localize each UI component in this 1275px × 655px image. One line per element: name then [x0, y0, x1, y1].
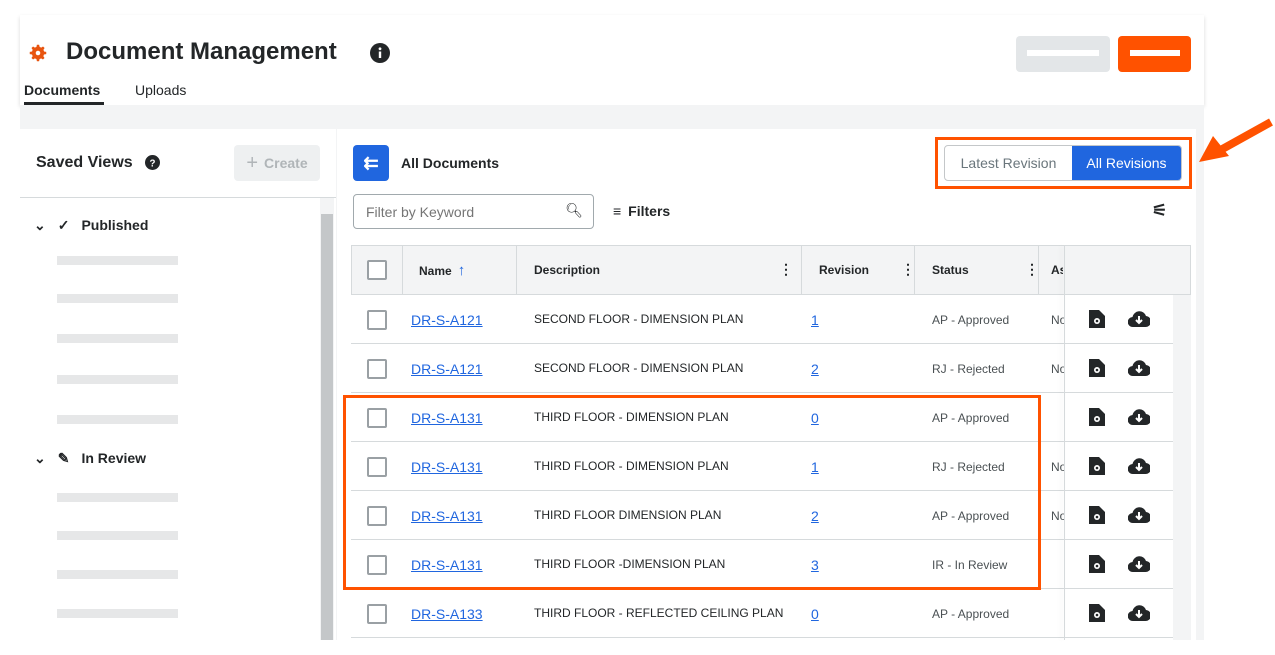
document-name-link[interactable]: DR-S-A133	[411, 606, 483, 622]
column-revision[interactable]: Revision	[819, 263, 869, 277]
keyword-filter[interactable]: 🔍︎	[353, 194, 594, 229]
plus-icon: +	[246, 151, 259, 174]
row-checkbox[interactable]	[367, 604, 387, 624]
filter-icon: ≡	[613, 203, 622, 219]
view-placeholder[interactable]	[57, 256, 178, 265]
annotation-box	[935, 137, 1192, 189]
view-placeholder[interactable]	[57, 375, 178, 384]
column-description[interactable]: Description	[534, 263, 600, 277]
document-description: SECOND FLOOR - DIMENSION PLAN	[534, 361, 744, 375]
gear-icon	[29, 44, 47, 62]
revision-link[interactable]: 1	[811, 312, 819, 328]
page-title: Document Management	[66, 38, 337, 65]
download-icon[interactable]	[1128, 604, 1151, 622]
download-icon[interactable]	[1128, 359, 1151, 377]
download-icon[interactable]	[1128, 310, 1151, 328]
divider	[20, 197, 336, 198]
view-placeholder[interactable]	[57, 570, 178, 579]
column-menu-icon[interactable]: ⋮	[1025, 261, 1039, 278]
view-placeholder[interactable]	[57, 493, 178, 502]
table-scrollbar[interactable]	[1173, 295, 1191, 640]
keyword-filter-input[interactable]	[366, 204, 556, 220]
tab-documents[interactable]: Documents	[24, 82, 104, 105]
document-status: AP - Approved	[932, 607, 1010, 621]
document-description: SECOND FLOOR - DIMENSION PLAN	[534, 312, 744, 326]
sort-ascending-icon: ↑	[457, 262, 466, 279]
row-checkbox[interactable]	[367, 310, 387, 330]
view-placeholder[interactable]	[57, 334, 178, 343]
secondary-button[interactable]	[1016, 36, 1110, 72]
tab-uploads[interactable]: Uploads	[135, 82, 186, 102]
view-document-icon[interactable]	[1088, 506, 1105, 524]
collapse-icon: ⇇	[363, 152, 379, 173]
revision-link[interactable]: 2	[811, 361, 819, 377]
column-menu-icon[interactable]: ⋮	[779, 261, 793, 278]
view-document-icon[interactable]	[1088, 604, 1105, 622]
download-icon[interactable]	[1128, 408, 1151, 426]
group-published[interactable]: ⌄ ✓ Published	[34, 217, 148, 234]
view-document-icon[interactable]	[1088, 310, 1105, 328]
column-name[interactable]: Name ↑	[419, 262, 465, 279]
filters-button[interactable]: ≡ Filters	[613, 203, 670, 219]
column-menu-icon[interactable]: ⋮	[901, 261, 915, 278]
group-in-review[interactable]: ⌄ ✎ In Review	[34, 450, 146, 467]
view-placeholder[interactable]	[57, 415, 178, 424]
download-icon[interactable]	[1128, 506, 1151, 524]
view-document-icon[interactable]	[1088, 555, 1105, 573]
annotation-box	[343, 395, 1041, 590]
document-name-link[interactable]: DR-S-A121	[411, 361, 483, 377]
select-all-checkbox[interactable]	[367, 260, 387, 280]
chevron-down-icon: ⌄	[34, 450, 46, 466]
document-assignee: No	[1051, 362, 1064, 376]
document-description: THIRD FLOOR - REFLECTED CEILING PLAN	[534, 606, 784, 620]
table-settings-icon[interactable]: ⚟	[1152, 201, 1167, 221]
primary-button[interactable]	[1118, 36, 1191, 72]
annotation-arrow	[1199, 118, 1273, 162]
collapse-panel-button[interactable]: ⇇	[353, 145, 389, 181]
scrollbar[interactable]	[320, 198, 334, 640]
view-placeholder[interactable]	[57, 609, 178, 618]
document-assignee: No	[1051, 313, 1064, 327]
column-status[interactable]: Status	[932, 263, 969, 277]
saved-views-title: Saved Views	[36, 154, 133, 171]
view-title: All Documents	[401, 155, 500, 171]
document-name-link[interactable]: DR-S-A121	[411, 312, 483, 328]
document-status: RJ - Rejected	[932, 362, 1005, 376]
info-icon[interactable]	[370, 43, 390, 63]
view-document-icon[interactable]	[1088, 457, 1105, 475]
pen-icon: ✎	[57, 450, 70, 466]
document-assignee: No	[1051, 509, 1064, 523]
download-icon[interactable]	[1128, 457, 1151, 475]
document-status: AP - Approved	[932, 313, 1010, 327]
check-icon: ✓	[57, 217, 70, 233]
chevron-down-icon: ⌄	[34, 217, 46, 233]
table-header	[351, 245, 1191, 295]
view-document-icon[interactable]	[1088, 359, 1105, 377]
document-assignee: No	[1051, 460, 1064, 474]
create-view-button[interactable]: + Create	[234, 145, 320, 181]
view-document-icon[interactable]	[1088, 408, 1105, 426]
download-icon[interactable]	[1128, 555, 1151, 573]
help-icon[interactable]: ?	[145, 155, 160, 170]
saved-views-panel	[20, 129, 336, 640]
row-checkbox[interactable]	[367, 359, 387, 379]
search-icon: 🔍︎	[565, 202, 583, 218]
column-assignee[interactable]: As	[1051, 263, 1063, 277]
view-placeholder[interactable]	[57, 294, 178, 303]
view-placeholder[interactable]	[57, 531, 178, 540]
revision-link[interactable]: 0	[811, 606, 819, 622]
svg-text:?: ?	[150, 158, 156, 169]
